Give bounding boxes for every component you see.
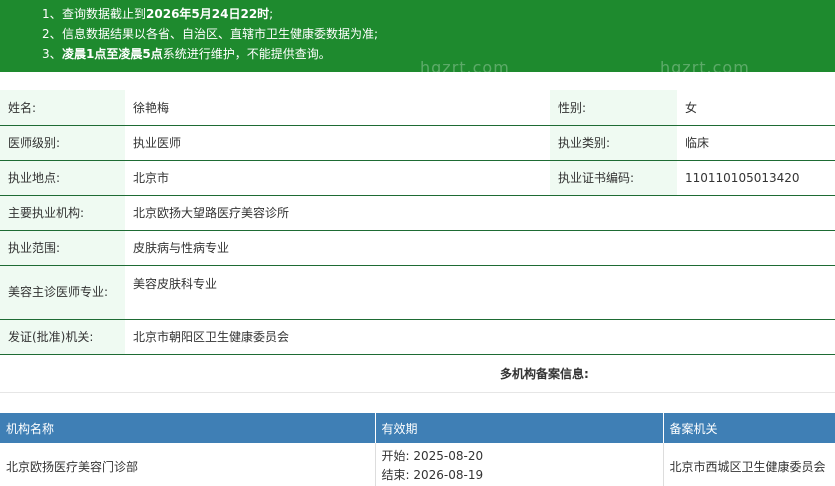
notice-text: 信息数据结果以各省、自治区、直辖市卫生健康委数据为准; <box>62 27 379 41</box>
table-row: 北京欧扬医疗美容门诊部 开始: 2025-08-20 结束: 2026-08-1… <box>0 443 835 486</box>
scope-label: 执业范围: <box>0 230 125 266</box>
notice-tail: ; <box>269 7 274 21</box>
validity-cell: 开始: 2025-08-20 结束: 2026-08-19 <box>375 443 664 486</box>
notice-tail: 系统进行维护，不能提供查询。 <box>162 47 331 61</box>
notice-bold-text: 凌晨1点至凌晨5点 <box>62 47 163 61</box>
issuer-label: 发证(批准)机关: <box>0 319 125 355</box>
info-row: 执业地点: 北京市 执业证书编码: 110110105013420 <box>0 160 835 196</box>
name-value: 徐艳梅 <box>125 90 550 126</box>
multi-org-section-title: 多机构备案信息: <box>0 355 835 393</box>
header-org: 机构名称 <box>0 413 376 443</box>
header-valid: 有效期 <box>375 413 664 443</box>
gender-value: 女 <box>677 90 835 126</box>
cert-value: 110110105013420 <box>677 160 835 196</box>
multi-org-title: 多机构备案信息: <box>500 367 589 381</box>
name-label: 姓名: <box>0 90 125 126</box>
location-value: 北京市 <box>125 160 550 196</box>
info-row: 医师级别: 执业医师 执业类别: 临床 <box>0 125 835 161</box>
info-row: 主要执业机构: 北京欧扬大望路医疗美容诊所 <box>0 195 835 231</box>
issuer-value: 北京市朝阳区卫生健康委员会 <box>125 319 835 355</box>
notice-line-1: 1、查询数据截止到2026年5月24日22时; <box>0 4 835 24</box>
notice-number: 3、 <box>42 47 62 61</box>
org-value: 北京欧扬大望路医疗美容诊所 <box>125 195 835 231</box>
valid-end: 结束: 2026-08-19 <box>381 468 484 482</box>
watermark: hgzrt.com <box>660 58 750 77</box>
info-row: 美容主诊医师专业: 美容皮肤科专业 <box>0 265 835 320</box>
location-label: 执业地点: <box>0 160 125 196</box>
watermark: hgzrt.com <box>420 58 510 77</box>
cert-label: 执业证书编码: <box>550 160 677 196</box>
category-label: 执业类别: <box>550 125 677 161</box>
notice-number: 2、 <box>42 27 62 41</box>
notice-line-2: 2、信息数据结果以各省、自治区、直辖市卫生健康委数据为准; <box>0 24 835 44</box>
notice-number: 1、 <box>42 7 62 21</box>
level-value: 执业医师 <box>125 125 550 161</box>
valid-start: 开始: 2025-08-20 <box>381 449 484 463</box>
info-row: 发证(批准)机关: 北京市朝阳区卫生健康委员会 <box>0 319 835 355</box>
info-row: 执业范围: 皮肤病与性病专业 <box>0 230 835 266</box>
category-value: 临床 <box>677 125 835 161</box>
scope-value: 皮肤病与性病专业 <box>125 230 835 266</box>
gender-label: 性别: <box>550 90 677 126</box>
table-header-row: 机构名称 有效期 备案机关 <box>0 413 835 443</box>
header-authority: 备案机关 <box>663 413 835 443</box>
cosmetic-value: 美容皮肤科专业 <box>125 265 835 320</box>
authority-cell: 北京市西城区卫生健康委员会 <box>663 443 835 486</box>
multi-org-table: 机构名称 有效期 备案机关 北京欧扬医疗美容门诊部 开始: 2025-08-20… <box>0 413 835 486</box>
notice-banner: 1、查询数据截止到2026年5月24日22时; 2、信息数据结果以各省、自治区、… <box>0 0 835 77</box>
notice-text: 查询数据截止到 <box>62 7 147 21</box>
doctor-info-table: 姓名: 徐艳梅 性别: 女 医师级别: 执业医师 执业类别: 临床 执业地点: … <box>0 90 835 355</box>
org-name-cell: 北京欧扬医疗美容门诊部 <box>0 443 376 486</box>
info-row: 姓名: 徐艳梅 性别: 女 <box>0 90 835 126</box>
level-label: 医师级别: <box>0 125 125 161</box>
notice-bold-text: 2026年5月24日22时 <box>146 7 270 21</box>
org-label: 主要执业机构: <box>0 195 125 231</box>
cosmetic-label: 美容主诊医师专业: <box>0 265 125 320</box>
